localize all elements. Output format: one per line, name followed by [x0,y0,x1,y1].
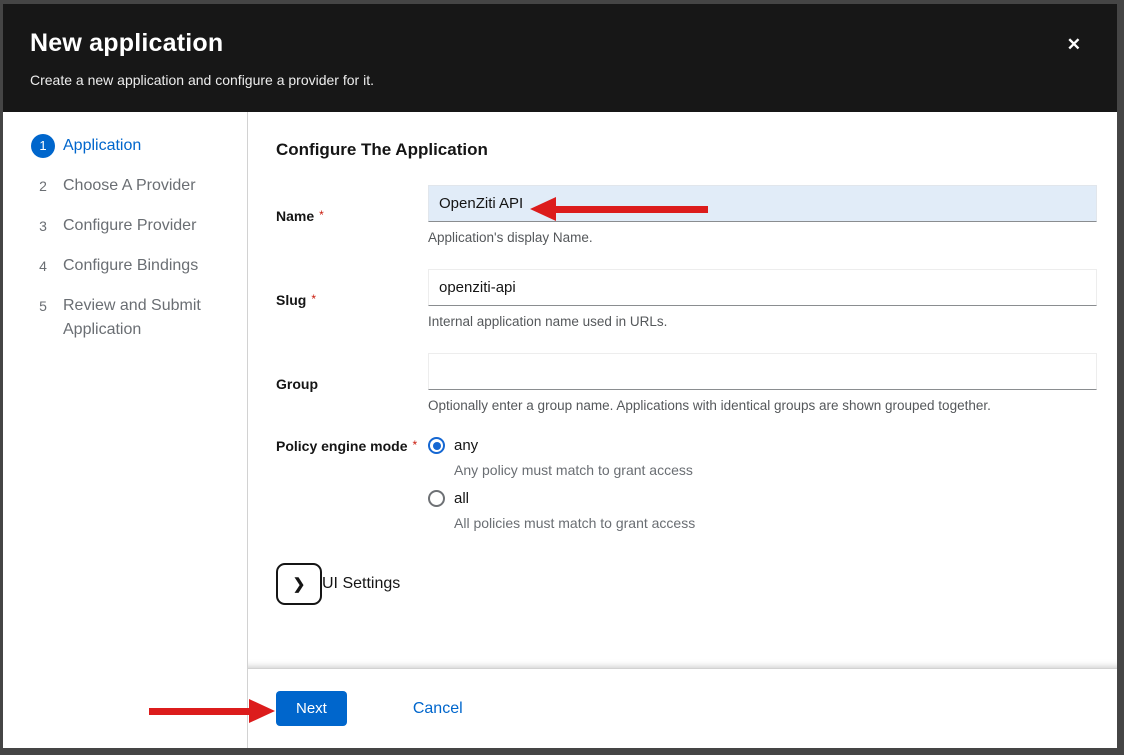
new-application-dialog: New application Create a new application… [3,4,1117,748]
step-number: 2 [31,174,55,198]
policy-all-description: All policies must match to grant access [454,515,1097,531]
policy-engine-mode-label: Policy engine mode* [276,437,428,454]
wizard-page-content: Configure The Application Name* Applicat… [248,112,1117,668]
ui-settings-label: UI Settings [322,575,400,593]
wizard-step-configure-provider[interactable]: 3 Configure Provider [31,214,227,238]
wizard-step-review-submit[interactable]: 5 Review and Submit Application [31,294,227,342]
close-icon[interactable]: ✕ [1067,36,1081,53]
slug-label: Slug* [276,291,428,308]
step-label: Review and Submit Application [63,294,213,342]
step-number: 4 [31,254,55,278]
next-button[interactable]: Next [276,691,347,726]
page-title: Configure The Application [276,140,1097,160]
name-input[interactable] [428,185,1097,222]
slug-input[interactable] [428,269,1097,306]
name-field-row: Name* Application's display Name. [276,185,1097,245]
policy-mode-option-all[interactable]: all [428,490,1097,507]
policy-engine-mode-row: Policy engine mode* any Any policy must … [276,437,1097,531]
step-number-badge: 1 [31,134,55,158]
required-asterisk: * [319,208,324,222]
policy-any-description: Any policy must match to grant access [454,462,1097,478]
name-label: Name* [276,207,428,224]
ui-settings-section: ❯ UI Settings [276,563,1097,605]
group-field-row: Group Optionally enter a group name. App… [276,353,1097,413]
radio-selected-icon[interactable] [428,437,445,454]
radio-label: all [454,490,469,507]
group-input[interactable] [428,353,1097,390]
dialog-header: New application Create a new application… [3,4,1117,112]
wizard-step-application[interactable]: 1 Application [31,134,227,158]
wizard-steps-nav: 1 Application 2 Choose A Provider 3 Conf… [3,112,248,748]
wizard-step-choose-provider[interactable]: 2 Choose A Provider [31,174,227,198]
step-label: Choose A Provider [63,174,196,198]
cancel-link[interactable]: Cancel [413,700,463,718]
group-helper-text: Optionally enter a group name. Applicati… [428,398,1097,413]
step-label: Configure Provider [63,214,196,238]
dialog-subtitle: Create a new application and configure a… [30,72,1089,88]
step-label: Application [63,134,141,158]
required-asterisk: * [412,438,417,452]
chevron-right-icon[interactable]: ❯ [276,563,322,605]
group-label: Group [276,375,428,392]
dialog-title: New application [30,29,1089,58]
step-number: 3 [31,214,55,238]
dialog-footer: Next Cancel [248,668,1117,748]
required-asterisk: * [311,292,316,306]
radio-unselected-icon[interactable] [428,490,445,507]
step-label: Configure Bindings [63,254,198,278]
step-number: 5 [31,294,55,318]
wizard-step-configure-bindings[interactable]: 4 Configure Bindings [31,254,227,278]
radio-label: any [454,437,478,454]
slug-field-row: Slug* Internal application name used in … [276,269,1097,329]
slug-helper-text: Internal application name used in URLs. [428,314,1097,329]
name-helper-text: Application's display Name. [428,230,1097,245]
policy-mode-option-any[interactable]: any [428,437,1097,454]
